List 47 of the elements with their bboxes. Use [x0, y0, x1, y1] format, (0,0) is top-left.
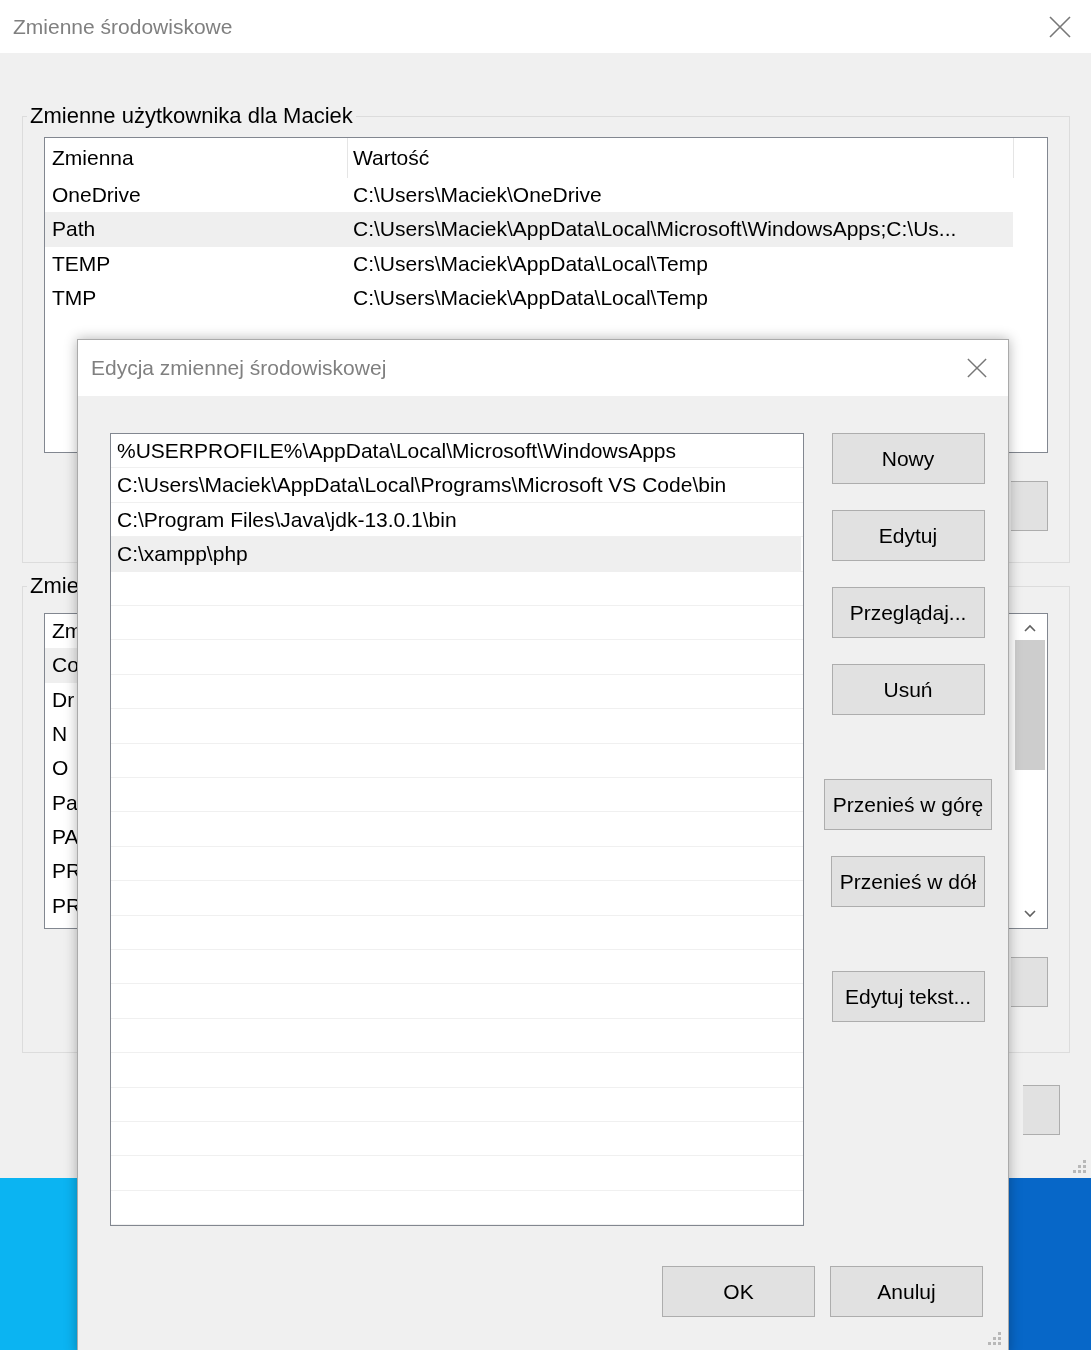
path-entry[interactable]: C:\xampp\php	[111, 537, 801, 572]
dialog-button[interactable]: Przenieś w dół	[830, 856, 986, 907]
variable-row[interactable]: TEMP C:\Users\Maciek\AppData\Local\Temp	[45, 246, 1013, 281]
path-entry[interactable]: C:\Users\Maciek\AppData\Local\Programs\Microsoft VS Code\bin	[111, 468, 801, 503]
variable-name: Co	[51, 653, 80, 678]
dialog-button[interactable]: Anuluj	[830, 1266, 983, 1317]
group-title: Zmie	[29, 573, 80, 599]
dialog-title: Edycja zmiennej środowiskowej	[91, 356, 387, 380]
dialog-button[interactable]: Edytuj tekst...	[831, 971, 985, 1022]
variable-value: C:\Users\Maciek\AppData\Local\Temp	[352, 251, 708, 276]
dialog-button[interactable]: Przenieś w górę	[823, 779, 993, 830]
button[interactable]	[1023, 1085, 1060, 1135]
scroll-up-icon[interactable]	[1024, 624, 1036, 632]
close-icon[interactable]	[1049, 15, 1071, 38]
dialog-button[interactable]: Usuń	[831, 664, 985, 715]
dialog-button[interactable]: Nowy	[831, 433, 985, 484]
dialog-button[interactable]: Przeglądaj...	[831, 587, 985, 638]
path-entry[interactable]: %USERPROFILE%\AppData\Local\Microsoft\WindowsApps	[111, 434, 801, 469]
path-entry[interactable]: C:\Program Files\Java\jdk-13.0.1\bin	[111, 502, 801, 538]
variable-row[interactable]: OneDrive C:\Users\Maciek\OneDrive	[45, 178, 1013, 213]
variable-name: TEMP	[51, 251, 112, 276]
scroll-down-icon[interactable]	[1024, 910, 1036, 918]
window-title: Zmienne środowiskowe	[13, 14, 233, 39]
variable-value: C:\Users\Maciek\AppData\Local\Temp	[352, 286, 708, 311]
variable-name: Dr	[51, 687, 76, 712]
variable-row[interactable]: Path C:\Users\Maciek\AppData\Local\Microsoft\WindowsApps;C:\Us...	[45, 212, 1013, 247]
variable-value: C:\Users\Maciek\AppData\Local\Microsoft\WindowsApps;C:\Us...	[352, 217, 957, 242]
variable-name: Pa	[51, 790, 79, 815]
variable-name: PA	[51, 824, 80, 849]
close-icon[interactable]	[967, 358, 987, 378]
scroll-thumb[interactable]	[1015, 640, 1045, 770]
resize-grip-icon[interactable]	[988, 1332, 1002, 1346]
dialog-button[interactable]: Edytuj	[831, 510, 985, 561]
group-title: Zmienne użytkownika dla Maciek	[29, 103, 354, 129]
variable-name: N	[51, 722, 69, 747]
button[interactable]	[1011, 481, 1048, 531]
variable-name: OneDrive	[51, 183, 142, 208]
variable-name: TMP	[51, 286, 98, 311]
column-header[interactable]: Wartość	[347, 138, 1014, 178]
variable-name: Path	[51, 217, 97, 242]
column-header[interactable]: Zmienna	[45, 146, 347, 170]
dialog-button[interactable]: OK	[662, 1266, 815, 1317]
resize-grip-icon[interactable]	[1073, 1160, 1087, 1174]
variable-value: C:\Users\Maciek\OneDrive	[352, 183, 602, 208]
variable-row[interactable]: TMP C:\Users\Maciek\AppData\Local\Temp	[45, 280, 1013, 316]
button[interactable]	[1011, 957, 1048, 1007]
variable-name: O	[51, 756, 70, 781]
